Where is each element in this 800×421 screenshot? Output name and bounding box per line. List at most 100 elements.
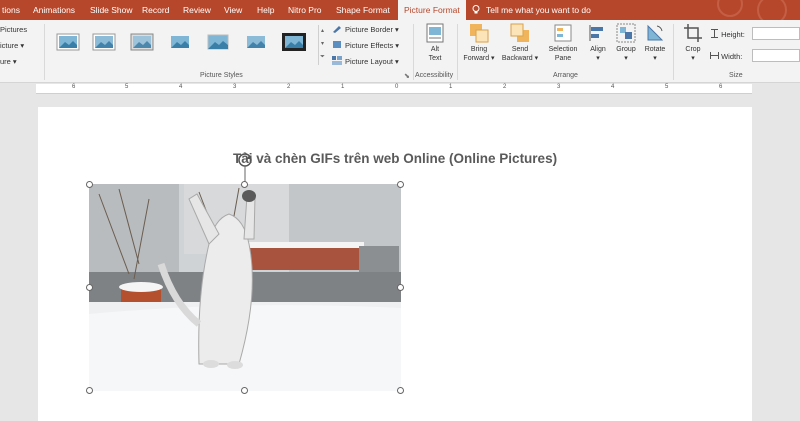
bring-forward-icon: [470, 24, 489, 43]
group-label: Group: [616, 46, 636, 53]
height-icon: [711, 29, 718, 38]
resize-handle-top-right[interactable]: [397, 181, 404, 188]
send-backward-icon: [510, 23, 529, 42]
resize-handle-right[interactable]: [397, 284, 404, 291]
accessibility-label: Accessibility: [415, 72, 454, 79]
ribbon-tab-bar: tions Animations Slide Show Record Revie…: [0, 0, 800, 20]
group-divider: [413, 24, 414, 80]
alt-text-icon: [426, 23, 444, 43]
send-backward-label-1: Send: [511, 46, 529, 53]
selection-pane-icon: [554, 24, 572, 42]
width-icon: [710, 52, 719, 59]
picture-effects-label: Picture Effects: [345, 41, 394, 50]
tab-shape-format[interactable]: Shape Format: [336, 0, 390, 20]
size-label: Size: [729, 72, 743, 79]
tab-review[interactable]: Review: [183, 0, 211, 20]
ruler-number: 5: [665, 84, 669, 90]
rotate-icon: [647, 24, 664, 41]
picture-border-label: Picture Border: [345, 25, 393, 34]
selection-pane-label-1: Selection: [548, 46, 578, 53]
tell-me-search[interactable]: Tell me what you want to do: [472, 0, 591, 20]
tab-animations[interactable]: Animations: [33, 0, 75, 20]
alt-text-button[interactable]: Alt Text: [422, 23, 448, 63]
picture-layout-button[interactable]: Picture Layout ▾: [332, 55, 399, 69]
send-backward-label-2: Backward: [501, 55, 533, 62]
tab-nitro-pro[interactable]: Nitro Pro: [288, 0, 322, 20]
picture-styles-label: Picture Styles: [200, 72, 243, 79]
pen-icon: [333, 26, 341, 33]
crop-icon: [684, 24, 702, 42]
selection-pane-label-2: Pane: [554, 55, 572, 62]
crop-button[interactable]: Crop ▾: [680, 23, 706, 63]
layout-icon: [332, 56, 342, 65]
ruler-number: 0: [395, 84, 399, 90]
resize-handle-top[interactable]: [241, 181, 248, 188]
rotate-label: Rotate: [644, 46, 666, 53]
ruler-number: 4: [611, 84, 615, 90]
crop-label: Crop: [685, 46, 701, 53]
resize-handle-top-left[interactable]: [86, 181, 93, 188]
ribbon-left-item-3: ure: [0, 57, 11, 66]
ruler-number: 6: [72, 84, 76, 90]
tab-record[interactable]: Record: [142, 0, 169, 20]
gallery-scroll[interactable]: ▴ ▾ ⏷: [318, 25, 326, 65]
style-thumbnail-5[interactable]: [206, 33, 230, 51]
bring-forward-button[interactable]: Bring Forward ▾: [462, 23, 496, 63]
width-input[interactable]: [752, 49, 800, 62]
ruler-number: 2: [287, 84, 291, 90]
bring-forward-label-2: Forward: [463, 55, 490, 62]
width-label: Width:: [721, 52, 743, 61]
arrange-label: Arrange: [553, 72, 578, 79]
ruler-number: 5: [125, 84, 129, 90]
send-backward-button[interactable]: Send Backward ▾: [500, 23, 540, 63]
group-divider: [457, 24, 458, 80]
lightbulb-icon: [472, 5, 480, 14]
ribbon-left-item-2: icture: [0, 41, 19, 50]
compress-picture-item[interactable]: icture ▾: [0, 41, 24, 50]
ruler-number: 6: [719, 84, 723, 90]
group-icon: [616, 23, 636, 43]
align-button[interactable]: Align ▾: [586, 23, 610, 63]
change-picture-item[interactable]: Pictures: [0, 25, 27, 34]
tab-picture-format[interactable]: Picture Format: [398, 0, 466, 20]
picture-border-button[interactable]: Picture Border ▾: [332, 23, 399, 37]
dialog-launcher-icon[interactable]: ⬊: [404, 72, 410, 80]
ruler-number: 1: [449, 84, 453, 90]
rotate-handle-icon[interactable]: [237, 152, 253, 182]
tab-view[interactable]: View: [224, 0, 242, 20]
selection-pane-button[interactable]: Selection Pane: [544, 23, 582, 63]
reset-picture-item[interactable]: ure ▾: [0, 57, 17, 66]
tab-transitions[interactable]: tions: [2, 0, 20, 20]
align-icon: [589, 25, 603, 41]
resize-handle-bottom[interactable]: [241, 387, 248, 394]
group-divider: [44, 24, 45, 80]
style-thumbnail-6[interactable]: [244, 33, 268, 51]
style-thumbnail-7[interactable]: [282, 33, 306, 51]
picture-effects-button[interactable]: Picture Effects ▾: [332, 39, 399, 53]
tab-slide-show[interactable]: Slide Show: [90, 0, 133, 20]
cat-photo[interactable]: [89, 184, 401, 391]
ribbon: Pictures icture ▾ ure ▾ ▴ ▾ ⏷ Picture Bord…: [0, 20, 800, 83]
style-thumbnail-4[interactable]: [168, 33, 192, 51]
resize-handle-bottom-left[interactable]: [86, 387, 93, 394]
ruler-number: 3: [233, 84, 237, 90]
height-label-group: Height:: [710, 29, 745, 39]
slide-title[interactable]: Tải và chèn GIFs trên web Online (Online…: [233, 151, 557, 166]
style-thumbnail-3[interactable]: [130, 33, 154, 51]
rotate-button[interactable]: Rotate ▾: [641, 23, 669, 63]
width-label-group: Width:: [710, 51, 742, 61]
resize-handle-bottom-right[interactable]: [397, 387, 404, 394]
picture-layout-label: Picture Layout: [345, 57, 393, 66]
style-thumbnail-2[interactable]: [92, 33, 116, 51]
ruler-number: 3: [557, 84, 561, 90]
decorative-pattern: [717, 0, 787, 20]
group-button[interactable]: Group ▾: [613, 23, 639, 63]
height-input[interactable]: [752, 27, 800, 40]
resize-handle-left[interactable]: [86, 284, 93, 291]
effects-icon: [333, 41, 341, 48]
ruler-number: 1: [341, 84, 345, 90]
align-label: Align: [590, 46, 606, 53]
style-thumbnail-1[interactable]: [56, 33, 80, 51]
tab-help[interactable]: Help: [257, 0, 274, 20]
ribbon-left-item-1: Pictures: [0, 25, 28, 34]
